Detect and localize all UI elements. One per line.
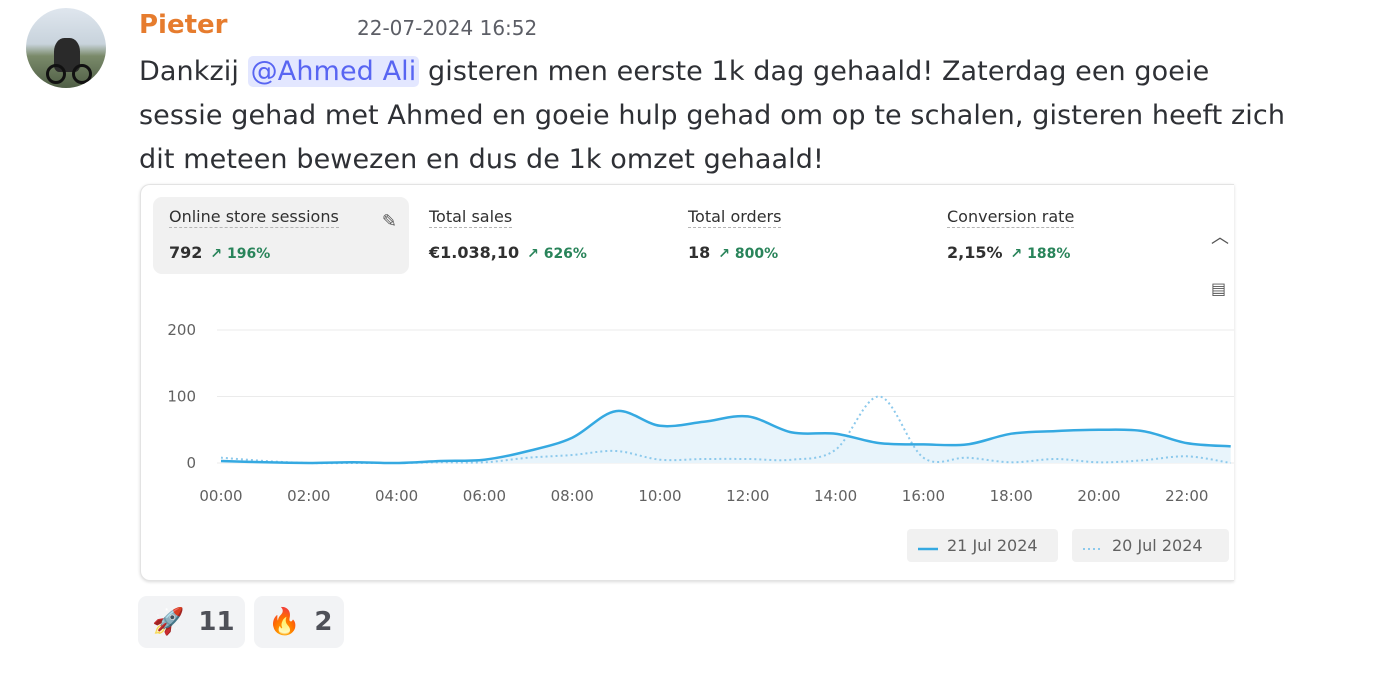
metric-change: ↗ 188% bbox=[1010, 246, 1071, 262]
legend-item-20-jul[interactable]: 20 Jul 2024 bbox=[1072, 529, 1229, 562]
message-body: Dankzij @Ahmed Ali gisteren men eerste 1… bbox=[139, 50, 1299, 182]
user-mention[interactable]: @Ahmed Ali bbox=[247, 56, 420, 87]
metric-change: ↗ 196% bbox=[210, 246, 271, 262]
x-tick-label: 04:00 bbox=[375, 487, 418, 505]
metric-online-store-sessions[interactable]: Online store sessions ✎ 792 ↗ 196% bbox=[153, 197, 409, 274]
legend-label: 21 Jul 2024 bbox=[947, 536, 1038, 555]
rocket-icon: 🚀 bbox=[152, 607, 185, 637]
chat-search-icon[interactable]: ▤ bbox=[1211, 279, 1226, 298]
x-tick-label: 16:00 bbox=[902, 487, 945, 505]
legend-item-21-jul[interactable]: 21 Jul 2024 bbox=[907, 529, 1058, 562]
metric-value: 792 ↗ 196% bbox=[169, 243, 270, 262]
legend-label: 20 Jul 2024 bbox=[1112, 536, 1203, 555]
metric-total-orders[interactable]: Total orders 18 ↗ 800% bbox=[672, 197, 928, 274]
metric-label: Total orders bbox=[688, 207, 782, 228]
legend-swatch-dotted bbox=[1083, 536, 1103, 555]
message-text-start: Dankzij bbox=[139, 56, 248, 87]
y-tick-label: 100 bbox=[167, 388, 196, 406]
x-tick-label: 22:00 bbox=[1165, 487, 1208, 505]
chevron-up-icon[interactable]: ︿ bbox=[1211, 223, 1229, 249]
x-tick-label: 20:00 bbox=[1077, 487, 1120, 505]
metric-value-text: 18 bbox=[688, 243, 711, 262]
metric-value: €1.038,10 ↗ 626% bbox=[429, 243, 587, 262]
pencil-icon[interactable]: ✎ bbox=[382, 211, 397, 232]
y-tick-label: 0 bbox=[186, 454, 196, 472]
x-tick-label: 18:00 bbox=[990, 487, 1033, 505]
metric-total-sales[interactable]: Total sales €1.038,10 ↗ 626% bbox=[413, 197, 669, 274]
x-tick-label: 12:00 bbox=[726, 487, 769, 505]
metric-value-text: 2,15% bbox=[947, 243, 1003, 262]
x-tick-label: 02:00 bbox=[287, 487, 330, 505]
analytics-screenshot[interactable]: Online store sessions ✎ 792 ↗ 196% Total … bbox=[140, 184, 1234, 581]
metric-value-text: 792 bbox=[169, 243, 203, 262]
metric-change: ↗ 800% bbox=[718, 246, 779, 262]
y-tick-label: 200 bbox=[167, 321, 196, 339]
user-avatar[interactable] bbox=[26, 8, 106, 88]
metric-value: 2,15% ↗ 188% bbox=[947, 243, 1070, 262]
avatar-wheel-front bbox=[72, 64, 92, 84]
metric-label: Conversion rate bbox=[947, 207, 1075, 228]
x-tick-label: 06:00 bbox=[463, 487, 506, 505]
fire-icon: 🔥 bbox=[268, 607, 301, 637]
x-tick-label: 14:00 bbox=[814, 487, 857, 505]
avatar-wheel-back bbox=[46, 64, 66, 84]
x-tick-label: 00:00 bbox=[199, 487, 242, 505]
metric-conversion-rate[interactable]: Conversion rate 2,15% ↗ 188% bbox=[931, 197, 1187, 274]
reaction-count: 11 bbox=[198, 607, 235, 637]
username[interactable]: Pieter bbox=[139, 10, 229, 40]
x-tick-label: 10:00 bbox=[638, 487, 681, 505]
reaction-count: 2 bbox=[314, 607, 333, 637]
metric-label: Total sales bbox=[429, 207, 513, 228]
metric-label: Online store sessions bbox=[169, 207, 339, 228]
legend-swatch-solid bbox=[918, 536, 938, 555]
reaction-fire[interactable]: 🔥 2 bbox=[254, 596, 344, 648]
metric-value-text: €1.038,10 bbox=[429, 243, 520, 262]
message-timestamp[interactable]: 22-07-2024 16:52 bbox=[357, 16, 537, 40]
metric-change: ↗ 626% bbox=[527, 246, 587, 262]
reaction-rocket[interactable]: 🚀 11 bbox=[138, 596, 245, 648]
sessions-line-chart: 0 100 200 00:00 02:00 04:00 06:00 08:00 10:00 12:… bbox=[167, 321, 1234, 505]
metric-value: 18 ↗ 800% bbox=[688, 243, 778, 262]
x-tick-label: 08:00 bbox=[551, 487, 594, 505]
